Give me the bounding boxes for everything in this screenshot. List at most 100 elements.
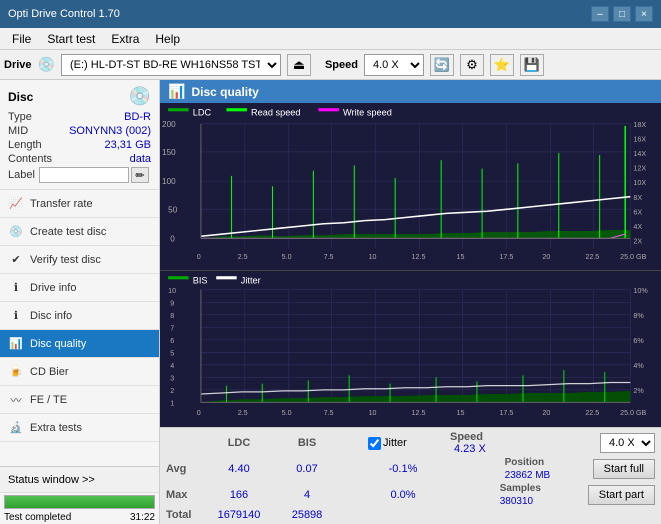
svg-text:22.5: 22.5: [585, 407, 599, 416]
ldc-max: 166: [230, 489, 248, 501]
minimize-button[interactable]: –: [591, 6, 609, 22]
menu-help[interactable]: Help: [147, 30, 188, 48]
app-title: Opti Drive Control 1.70: [8, 8, 120, 20]
sidebar-item-disc-quality[interactable]: 📊 Disc quality: [0, 330, 159, 358]
disc-quality-label: Disc quality: [30, 338, 86, 350]
label-edit-button[interactable]: ✏: [131, 167, 149, 183]
contents-label: Contents: [8, 153, 52, 165]
menu-file[interactable]: File: [4, 30, 39, 48]
sidebar-item-cd-bier[interactable]: 🍺 CD Bier: [0, 358, 159, 386]
start-full-button[interactable]: Start full: [593, 459, 655, 479]
maximize-button[interactable]: □: [613, 6, 631, 22]
svg-text:8: 8: [170, 310, 174, 319]
speed-label: Speed: [325, 59, 358, 71]
sidebar: Disc 💿 Type BD-R MID SONYNN3 (002) Lengt…: [0, 80, 160, 524]
svg-text:0: 0: [197, 407, 201, 416]
save-icon[interactable]: 💾: [520, 54, 544, 76]
position-label: Position: [505, 457, 585, 468]
svg-text:2.5: 2.5: [238, 407, 248, 416]
svg-text:20: 20: [542, 252, 550, 261]
fe-te-label: FE / TE: [30, 394, 67, 406]
svg-text:5.0: 5.0: [282, 407, 292, 416]
svg-text:8%: 8%: [633, 310, 644, 319]
create-test-disc-label: Create test disc: [30, 226, 106, 238]
disc-label-label: Label: [8, 169, 35, 181]
svg-text:25.0 GB: 25.0 GB: [620, 407, 646, 416]
svg-text:16X: 16X: [633, 135, 646, 144]
main-layout: Disc 💿 Type BD-R MID SONYNN3 (002) Lengt…: [0, 80, 661, 524]
eject-icon[interactable]: ⏏: [287, 54, 311, 76]
verify-test-disc-icon: ✔: [8, 252, 24, 268]
drive-info-label: Drive info: [30, 282, 76, 294]
samples-value: 380310: [500, 496, 580, 507]
svg-text:15: 15: [457, 252, 465, 261]
svg-text:4: 4: [170, 361, 174, 370]
chart1-container: LDC Read speed Write speed: [160, 103, 661, 271]
svg-text:17.5: 17.5: [499, 407, 513, 416]
info-row-max: Max 166 4 0.0% Samples 380310 Start part: [166, 483, 655, 507]
svg-text:9: 9: [170, 298, 174, 307]
bis-avg: 0.07: [296, 463, 317, 475]
ldc-avg: 4.40: [228, 463, 249, 475]
jitter-avg: -0.1%: [389, 463, 418, 475]
total-label: Total: [166, 509, 191, 521]
charts-area: LDC Read speed Write speed: [160, 103, 661, 427]
jitter-checkbox-label[interactable]: Jitter: [368, 437, 438, 450]
disc-quality-icon: 📊: [8, 336, 24, 352]
drive-select[interactable]: (E:) HL-DT-ST BD-RE WH16NS58 TST4: [61, 54, 281, 76]
length-value: 23,31 GB: [105, 139, 151, 151]
nav-items: 📈 Transfer rate 💿 Create test disc ✔ Ver…: [0, 190, 159, 442]
dq-header-icon: 📊: [168, 83, 185, 100]
main-content: 📊 Disc quality LDC Read speed Write spee…: [160, 80, 661, 524]
max-label: Max: [166, 489, 187, 501]
svg-text:BIS: BIS: [193, 275, 208, 285]
create-test-disc-icon: 💿: [8, 224, 24, 240]
svg-text:4%: 4%: [633, 361, 644, 370]
disc-label-input[interactable]: [39, 167, 129, 183]
svg-text:Write speed: Write speed: [343, 107, 392, 117]
sidebar-item-create-test-disc[interactable]: 💿 Create test disc: [0, 218, 159, 246]
menu-extra[interactable]: Extra: [103, 30, 147, 48]
bottom-info: LDC BIS Jitter Speed 4.23 X: [160, 427, 661, 524]
menu-start-test[interactable]: Start test: [39, 30, 103, 48]
status-text: Test completed: [4, 512, 71, 523]
svg-text:0: 0: [197, 252, 201, 261]
sidebar-item-verify-test-disc[interactable]: ✔ Verify test disc: [0, 246, 159, 274]
svg-text:12.5: 12.5: [412, 252, 426, 261]
svg-text:2: 2: [170, 386, 174, 395]
svg-text:10%: 10%: [633, 285, 648, 294]
sidebar-item-transfer-rate[interactable]: 📈 Transfer rate: [0, 190, 159, 218]
svg-text:10: 10: [369, 252, 377, 261]
sidebar-item-disc-info[interactable]: ℹ Disc info: [0, 302, 159, 330]
extra-tests-label: Extra tests: [30, 422, 82, 434]
refresh-icon[interactable]: 🔄: [430, 54, 454, 76]
bis-col-header: BIS: [298, 437, 316, 449]
svg-text:Read speed: Read speed: [251, 107, 301, 117]
svg-text:4X: 4X: [633, 222, 642, 231]
start-part-button[interactable]: Start part: [588, 485, 655, 505]
mid-value: SONYNN3 (002): [69, 125, 151, 137]
info-row-avg: Avg 4.40 0.07 -0.1% Position 23862 MB St…: [166, 457, 655, 481]
close-button[interactable]: ×: [635, 6, 653, 22]
mid-label: MID: [8, 125, 28, 137]
svg-text:1: 1: [170, 398, 174, 407]
sidebar-item-fe-te[interactable]: 〰 FE / TE: [0, 386, 159, 414]
disc-info-icon: ℹ: [8, 308, 24, 324]
status-window-button[interactable]: Status window >>: [0, 467, 159, 493]
svg-text:22.5: 22.5: [585, 252, 599, 261]
svg-text:8X: 8X: [633, 193, 642, 202]
settings-icon[interactable]: ⚙: [460, 54, 484, 76]
info-row-headers: LDC BIS Jitter Speed 4.23 X: [166, 431, 655, 455]
speed-col-header: Speed: [450, 431, 483, 443]
sidebar-item-extra-tests[interactable]: 🔬 Extra tests: [0, 414, 159, 442]
speed-select[interactable]: 4.0 X: [364, 54, 424, 76]
sidebar-item-drive-info[interactable]: ℹ Drive info: [0, 274, 159, 302]
jitter-checkbox[interactable]: [368, 437, 381, 450]
svg-text:7: 7: [170, 323, 174, 332]
speed-dropdown[interactable]: 4.0 X: [600, 433, 655, 453]
drive-label: Drive: [4, 59, 32, 71]
contents-value: data: [130, 153, 151, 165]
status-window-label: Status window >>: [8, 474, 95, 486]
cd-bier-icon: 🍺: [8, 364, 24, 380]
star-icon[interactable]: ⭐: [490, 54, 514, 76]
